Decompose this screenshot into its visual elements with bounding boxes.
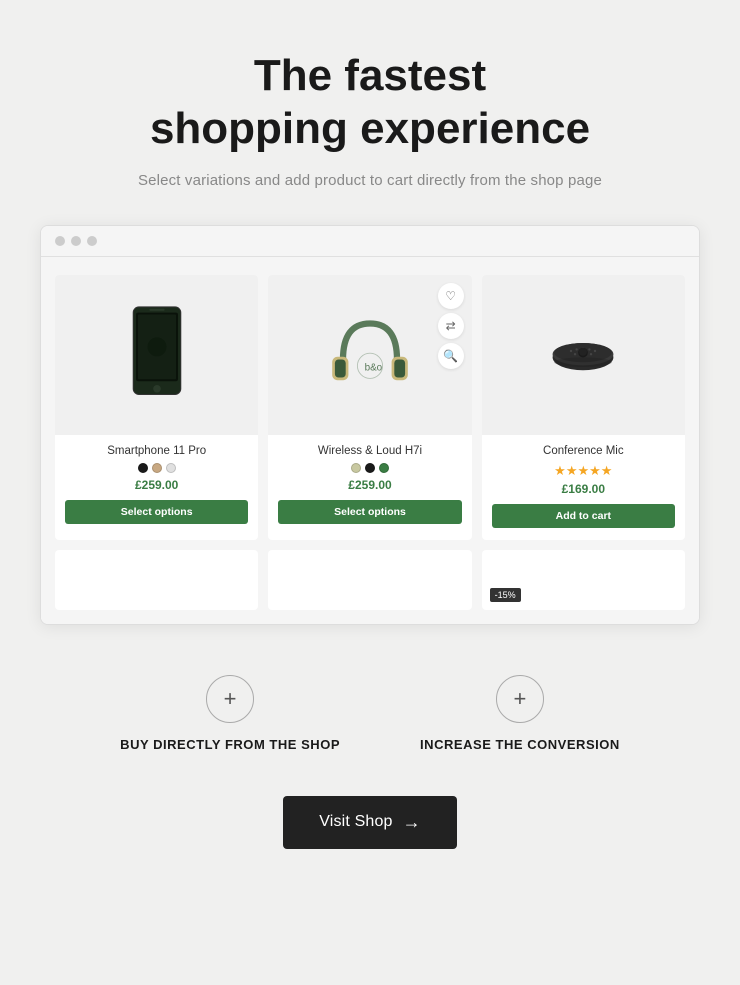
feature-label-buy: BUY DIRECTLY FROM THE SHOP: [120, 737, 340, 752]
product-info-mic: Conference Mic ★★★★★ £169.00 Add to cart: [482, 435, 685, 540]
product-info-headphones: Wireless & Loud H7i £259.00 Select optio…: [268, 435, 471, 536]
wishlist-button[interactable]: ♡: [438, 283, 464, 309]
product-card-smartphone: Smartphone 11 Pro £259.00 Select options: [55, 275, 258, 540]
swatch[interactable]: [365, 463, 375, 473]
feature-icon-buy: +: [206, 675, 254, 723]
swatch[interactable]: [138, 463, 148, 473]
feature-icon-conversion: +: [496, 675, 544, 723]
product-placeholder-2: [268, 550, 471, 610]
swatch[interactable]: [379, 463, 389, 473]
swatch[interactable]: [152, 463, 162, 473]
swatch[interactable]: [166, 463, 176, 473]
feature-conversion: + INCREASE THE CONVERSION: [420, 675, 620, 752]
products-grid: Smartphone 11 Pro £259.00 Select options: [55, 275, 685, 540]
product-name-mic: Conference Mic: [492, 445, 675, 457]
browser-dot-3: [87, 236, 97, 246]
feature-label-conversion: INCREASE THE CONVERSION: [420, 737, 620, 752]
add-to-cart-button-mic[interactable]: Add to cart: [492, 504, 675, 528]
select-options-button-headphones[interactable]: Select options: [278, 500, 461, 524]
headphones-icon: b&o: [325, 305, 415, 405]
product-name-smartphone: Smartphone 11 Pro: [65, 445, 248, 457]
color-swatches-headphones: [278, 463, 461, 473]
svg-text:b&o: b&o: [365, 362, 383, 373]
compare-button[interactable]: ⇄: [438, 313, 464, 339]
main-title: The fastest shopping experience: [150, 50, 590, 156]
discount-badge: -15%: [490, 588, 521, 602]
browser-dot-1: [55, 236, 65, 246]
product-price-headphones: £259.00: [278, 478, 461, 492]
subtitle: Select variations and add product to car…: [138, 172, 602, 189]
product-image-headphones: ♡ ⇄ 🔍: [268, 275, 471, 435]
browser-mockup: Smartphone 11 Pro £259.00 Select options: [40, 225, 700, 625]
swatch[interactable]: [351, 463, 361, 473]
browser-content: Smartphone 11 Pro £259.00 Select options: [41, 257, 699, 624]
features-section: + BUY DIRECTLY FROM THE SHOP + INCREASE …: [30, 675, 710, 752]
visit-shop-button[interactable]: Visit Shop →: [283, 796, 457, 849]
product-price-smartphone: £259.00: [65, 478, 248, 492]
browser-bar: [41, 226, 699, 257]
feature-buy-direct: + BUY DIRECTLY FROM THE SHOP: [120, 675, 340, 752]
smartphone-icon: [122, 305, 192, 405]
browser-dot-2: [71, 236, 81, 246]
zoom-button[interactable]: 🔍: [438, 343, 464, 369]
product-price-mic: £169.00: [492, 482, 675, 496]
visit-shop-label: Visit Shop: [319, 813, 392, 831]
select-options-button-smartphone[interactable]: Select options: [65, 500, 248, 524]
product-card-headphones: ♡ ⇄ 🔍: [268, 275, 471, 540]
product-stars-mic: ★★★★★: [492, 463, 675, 479]
product-placeholder-1: [55, 550, 258, 610]
product-name-headphones: Wireless & Loud H7i: [278, 445, 461, 457]
product-actions: ♡ ⇄ 🔍: [438, 283, 464, 369]
conference-mic-icon: [543, 325, 623, 385]
page-wrapper: The fastest shopping experience Select v…: [0, 0, 740, 899]
color-swatches-smartphone: [65, 463, 248, 473]
product-image-mic: [482, 275, 685, 435]
product-info-smartphone: Smartphone 11 Pro £259.00 Select options: [55, 435, 258, 536]
arrow-icon: →: [403, 812, 421, 833]
product-card-mic: Conference Mic ★★★★★ £169.00 Add to cart: [482, 275, 685, 540]
product-image-smartphone: [55, 275, 258, 435]
products-row-bottom: -15%: [55, 550, 685, 610]
product-placeholder-3: -15%: [482, 550, 685, 610]
